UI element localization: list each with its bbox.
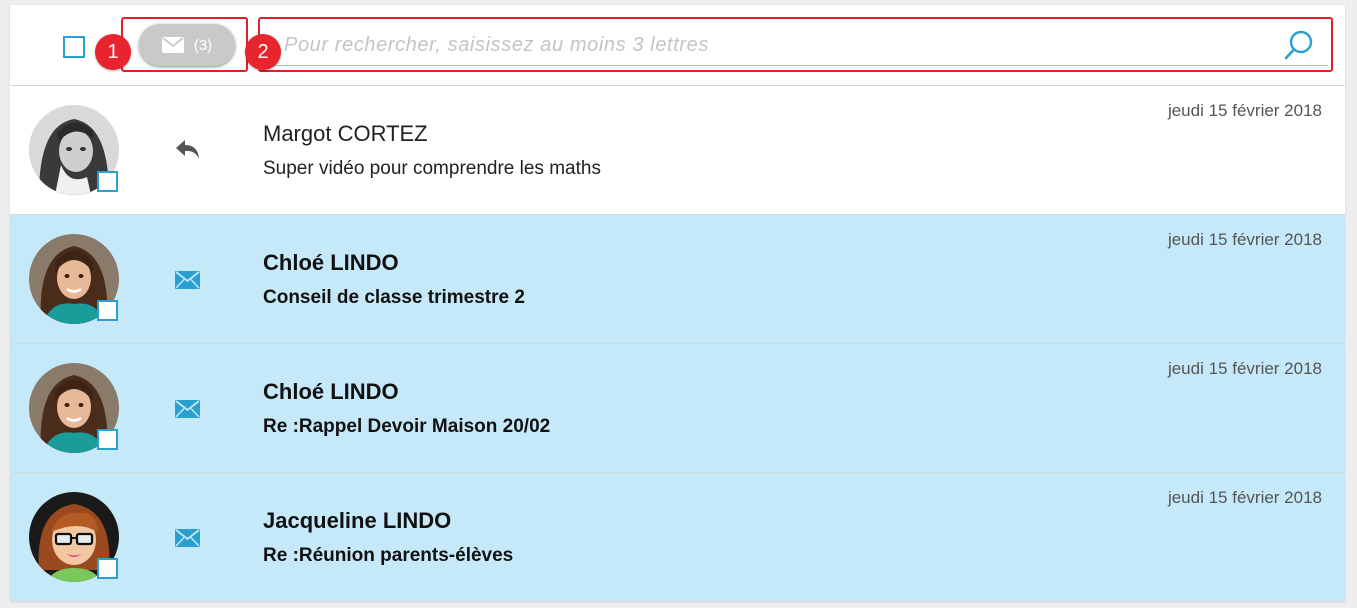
message-row[interactable]: Chloé LINDO Conseil de classe trimestre … xyxy=(10,215,1345,343)
message-row[interactable]: Jacqueline LINDO Re :Réunion parents-élè… xyxy=(10,473,1345,601)
message-sender: Chloé LINDO xyxy=(263,250,399,275)
message-date: jeudi 15 février 2018 xyxy=(1167,101,1322,120)
message-row[interactable]: Margot CORTEZ Super vidéo pour comprendr… xyxy=(10,86,1345,214)
message-subject: Super vidéo pour comprendre les maths xyxy=(263,158,601,179)
annotation-badge-2: 2 xyxy=(245,34,281,70)
annotation-box-1 xyxy=(121,17,248,72)
message-date: jeudi 15 février 2018 xyxy=(1167,359,1322,378)
message-sender: Jacqueline LINDO xyxy=(263,508,452,533)
message-row[interactable]: Chloé LINDO Re :Rappel Devoir Maison 20/… xyxy=(10,344,1345,472)
message-sender: Margot CORTEZ xyxy=(263,121,428,146)
row-checkbox[interactable] xyxy=(97,171,118,192)
envelope-icon xyxy=(175,400,200,423)
message-date: jeudi 15 février 2018 xyxy=(1167,230,1322,249)
message-subject: Conseil de classe trimestre 2 xyxy=(263,287,525,308)
message-subject: Re :Réunion parents-élèves xyxy=(263,545,514,566)
select-all-checkbox[interactable] xyxy=(63,36,85,58)
envelope-icon xyxy=(175,271,200,294)
message-subject: Re :Rappel Devoir Maison 20/02 xyxy=(263,416,551,437)
envelope-icon xyxy=(175,529,200,552)
row-checkbox[interactable] xyxy=(97,300,118,321)
annotation-box-2 xyxy=(258,17,1333,72)
reply-icon xyxy=(175,137,201,166)
annotation-badge-1: 1 xyxy=(95,34,131,70)
message-sender: Chloé LINDO xyxy=(263,379,399,404)
message-date: jeudi 15 février 2018 xyxy=(1167,488,1322,507)
row-checkbox[interactable] xyxy=(97,558,118,579)
row-checkbox[interactable] xyxy=(97,429,118,450)
